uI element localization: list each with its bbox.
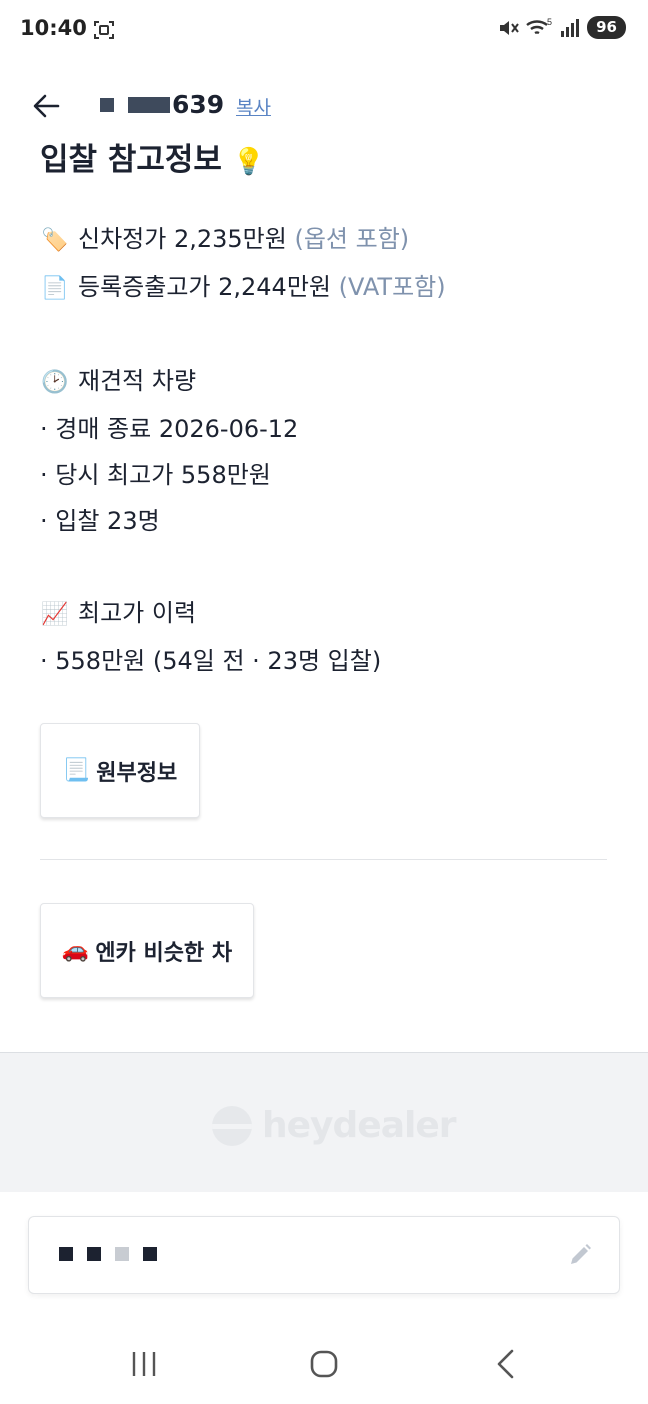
wifi-icon: 5 bbox=[526, 17, 552, 34]
lightbulb-icon: 💡 bbox=[232, 147, 266, 177]
new-car-price-note: (옵션 포함) bbox=[294, 225, 410, 253]
screen-capture-icon bbox=[94, 21, 114, 39]
requote-item: · 당시 최고가 558만원 bbox=[40, 461, 271, 489]
battery-indicator: 96 bbox=[587, 16, 626, 39]
requote-item: · 경매 종료 2026-06-12 bbox=[40, 415, 299, 443]
new-car-price: 🏷️ 신차정가 2,235만원 (옵션 포함) bbox=[40, 216, 610, 264]
recent-apps-icon[interactable] bbox=[124, 1344, 164, 1384]
footer: heydealer bbox=[0, 1052, 648, 1192]
signal-icon bbox=[561, 18, 580, 37]
blurred-text-segment bbox=[115, 1247, 129, 1261]
mute-icon bbox=[500, 20, 519, 35]
status-time: 10:40 bbox=[20, 16, 87, 40]
requote-title: 🕑 재견적 차량 bbox=[40, 358, 610, 406]
heydealer-logo-icon bbox=[212, 1105, 252, 1146]
heydealer-logo: heydealer bbox=[212, 1105, 456, 1146]
chart-up-icon: 📈 bbox=[41, 602, 69, 627]
status-icons: 5 96 bbox=[497, 16, 626, 39]
blurred-plate-segment bbox=[100, 97, 114, 112]
encar-similar-button[interactable]: 🚗 엔카 비슷한 차 bbox=[40, 903, 254, 998]
ledger-info-label: 원부정보 bbox=[96, 760, 178, 786]
divider bbox=[40, 859, 607, 860]
app-header: 639 복사 bbox=[0, 68, 648, 142]
encar-similar-label: 엔카 비슷한 차 bbox=[95, 940, 233, 966]
blurred-text-segment bbox=[87, 1247, 101, 1261]
section-title: 입찰 참고정보 💡 bbox=[40, 142, 266, 178]
ledger-info-button[interactable]: 📃 원부정보 bbox=[40, 723, 200, 818]
back-nav-icon[interactable] bbox=[486, 1344, 526, 1384]
blurred-text-segment bbox=[143, 1247, 157, 1261]
blurred-plate-segment bbox=[128, 96, 170, 113]
plate-suffix: 639 bbox=[172, 90, 225, 119]
history-item: · 558만원 (54일 전 · 23명 입찰) bbox=[40, 647, 382, 675]
home-icon[interactable] bbox=[304, 1344, 344, 1384]
requote-item: · 입찰 23명 bbox=[40, 507, 160, 535]
blurred-text-segment bbox=[59, 1247, 73, 1261]
registered-price: 📄 등록증출고가 2,244만원 (VAT포함) bbox=[40, 264, 610, 312]
svg-text:5: 5 bbox=[547, 17, 552, 27]
clock-icon: 🕑 bbox=[41, 370, 69, 395]
license-plate: 639 bbox=[100, 90, 224, 119]
status-bar: 10:40 5 96 bbox=[0, 0, 648, 64]
document-icon: 📄 bbox=[41, 276, 69, 301]
history-title: 📈 최고가 이력 bbox=[40, 590, 610, 638]
bid-reference-section: 입찰 참고정보 💡 🏷️ 신차정가 2,235만원 (옵션 포함) 📄 등록증출고가… bbox=[40, 138, 610, 684]
car-icon: 🚗 bbox=[61, 938, 90, 963]
heydealer-logo-text: heydealer bbox=[262, 1105, 456, 1146]
copy-plate-link[interactable]: 복사 bbox=[236, 93, 271, 120]
back-arrow-icon[interactable] bbox=[28, 88, 64, 124]
blurred-memo-text bbox=[59, 1247, 157, 1261]
system-nav-bar bbox=[0, 1316, 648, 1404]
scroll-icon: 📃 bbox=[62, 758, 91, 783]
memo-input[interactable] bbox=[28, 1216, 620, 1294]
registered-price-note: (VAT포함) bbox=[338, 273, 446, 301]
price-tag-icon: 🏷️ bbox=[41, 228, 69, 253]
pencil-icon[interactable] bbox=[567, 1242, 593, 1268]
